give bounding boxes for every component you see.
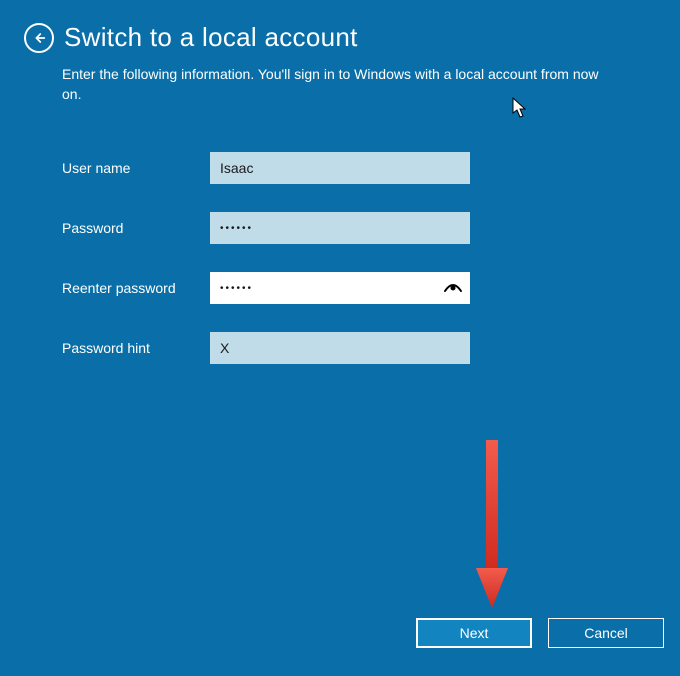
arrow-left-icon <box>31 30 47 46</box>
username-input[interactable] <box>210 152 470 184</box>
password-label: Password <box>62 220 210 236</box>
password-hint-input[interactable] <box>210 332 470 364</box>
reveal-password-button[interactable] <box>442 277 464 299</box>
page-title: Switch to a local account <box>64 22 358 53</box>
cancel-button[interactable]: Cancel <box>548 618 664 648</box>
back-button[interactable] <box>24 23 54 53</box>
reenter-password-label: Reenter password <box>62 280 210 296</box>
account-form: User name Password Reenter password Pass… <box>0 104 680 364</box>
password-input[interactable] <box>210 212 470 244</box>
username-label: User name <box>62 160 210 176</box>
page-subtitle: Enter the following information. You'll … <box>0 53 630 104</box>
eye-icon <box>443 281 463 295</box>
password-hint-label: Password hint <box>62 340 210 356</box>
reenter-password-input[interactable] <box>210 272 470 304</box>
annotation-arrow-icon <box>472 440 512 620</box>
next-button[interactable]: Next <box>416 618 532 648</box>
